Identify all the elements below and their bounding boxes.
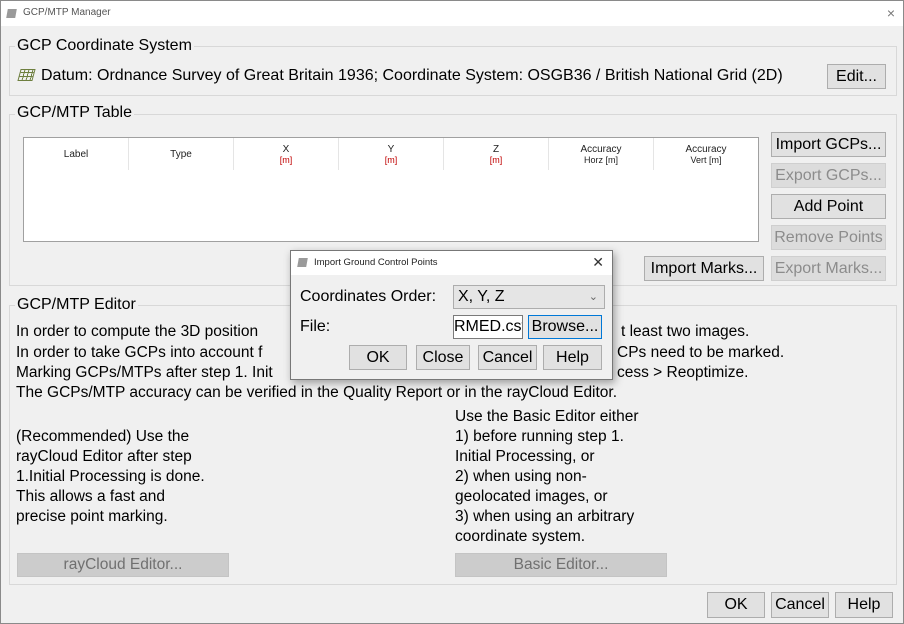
remove-points-button[interactable]: Remove Points [771, 225, 886, 250]
help-button[interactable]: Help [835, 592, 893, 618]
edit-button[interactable]: Edit... [827, 64, 886, 89]
gcp-mtp-manager-window: GCP/MTP Manager × GCP Coordinate System … [0, 0, 904, 624]
editor-text-line-2: In order to take GCPs into account f [16, 344, 263, 361]
chevron-down-icon: ⌄ [588, 291, 598, 303]
basic-note-line-5: geolocated images, or [455, 488, 608, 505]
import-marks-button[interactable]: Import Marks... [644, 256, 764, 281]
app-icon [6, 9, 17, 18]
title-bar: GCP/MTP Manager × [1, 1, 903, 26]
raycloud-note-line-5: precise point marking. [16, 508, 168, 525]
editor-text-line-4: The GCPs/MTP accuracy can be verified in… [16, 384, 618, 401]
export-marks-button[interactable]: Export Marks... [771, 256, 886, 281]
table-group-label: GCP/MTP Table [15, 104, 135, 122]
dialog-close-button[interactable]: Close [416, 345, 470, 370]
column-header-accuracy-vert[interactable]: Accuracy Vert [m] [654, 138, 758, 170]
dialog-help-button[interactable]: Help [543, 345, 602, 370]
export-gcps-button[interactable]: Export GCPs... [771, 163, 886, 188]
file-path-field[interactable]: RMED.csv [453, 315, 523, 339]
editor-text-line-3: Marking GCPs/MTPs after step 1. Init [16, 364, 273, 381]
raycloud-note-line-1: (Recommended) Use the [16, 428, 190, 445]
dialog-cancel-button[interactable]: Cancel [478, 345, 537, 370]
column-header-label[interactable]: Label [24, 138, 129, 170]
import-gcps-button[interactable]: Import GCPs... [771, 132, 886, 157]
column-header-accuracy-horz[interactable]: Accuracy Horz [m] [549, 138, 654, 170]
grid-icon [17, 69, 36, 81]
editor-text-line-1: In order to compute the 3D position [16, 323, 259, 340]
editor-text-line-1-tail: t least two images. [621, 323, 750, 340]
file-label: File: [300, 318, 331, 335]
editor-text-line-3-tail: cess > Reoptimize. [617, 364, 749, 381]
basic-note-line-7: coordinate system. [455, 528, 586, 545]
raycloud-note-line-2: rayCloud Editor after step [16, 448, 192, 465]
raycloud-note-line-3: 1.Initial Processing is done. [16, 468, 205, 485]
basic-note-line-6: 3) when using an arbitrary [455, 508, 635, 525]
ok-button[interactable]: OK [707, 592, 765, 618]
column-header-type[interactable]: Type [129, 138, 234, 170]
browse-button[interactable]: Browse... [528, 315, 602, 339]
datum-text: Datum: Ordnance Survey of Great Britain … [41, 67, 783, 84]
coordinates-order-label: Coordinates Order: [300, 288, 437, 305]
raycloud-editor-button[interactable]: rayCloud Editor... [17, 553, 229, 577]
editor-text-line-2-tail: CPs need to be marked. [617, 344, 785, 361]
dialog-app-icon [297, 258, 308, 267]
coordinates-order-select[interactable]: X, Y, Z ⌄ [453, 285, 605, 309]
close-icon[interactable]: × [887, 5, 895, 21]
basic-note-line-2: 1) before running step 1. [455, 428, 624, 445]
add-point-button[interactable]: Add Point [771, 194, 886, 219]
cancel-button[interactable]: Cancel [771, 592, 829, 618]
dialog-title-bar: Import Ground Control Points ✕ [291, 251, 612, 275]
column-header-x[interactable]: X [m] [234, 138, 339, 170]
column-header-z[interactable]: Z [m] [444, 138, 549, 170]
dialog-close-icon[interactable]: ✕ [592, 254, 604, 271]
gcp-table[interactable]: Label Type X [m] Y [m] Z [m] Accuracy Horz [… [23, 137, 759, 242]
editor-group-label: GCP/MTP Editor [15, 296, 138, 314]
dialog-ok-button[interactable]: OK [349, 345, 407, 370]
basic-note-line-3: Initial Processing, or [455, 448, 595, 465]
dialog-title: Import Ground Control Points [314, 257, 438, 268]
basic-editor-button[interactable]: Basic Editor... [455, 553, 667, 577]
column-header-y[interactable]: Y [m] [339, 138, 444, 170]
coord-system-group-label: GCP Coordinate System [15, 37, 194, 55]
coordinates-order-value: X, Y, Z [458, 288, 505, 305]
basic-note-line-1: Use the Basic Editor either [455, 408, 639, 425]
window-title: GCP/MTP Manager [23, 7, 111, 18]
basic-note-line-4: 2) when using non- [455, 468, 587, 485]
raycloud-note-line-4: This allows a fast and [16, 488, 166, 505]
import-gcp-dialog: Import Ground Control Points ✕ Coordinat… [290, 250, 613, 380]
